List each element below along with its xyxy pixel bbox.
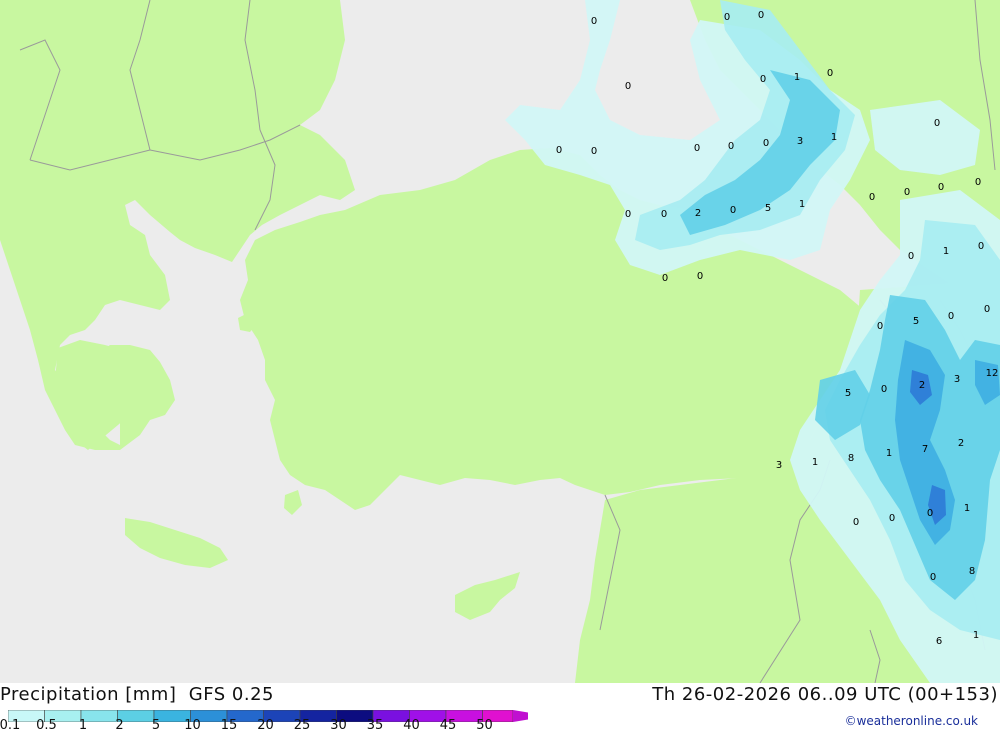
precip-value-label: 2 <box>958 438 964 449</box>
precip-value-label: 0 <box>760 74 766 85</box>
precip-value-label: 1 <box>812 457 818 468</box>
legend-tick-label: 40 <box>403 718 420 733</box>
precip-value-label: 0 <box>877 321 883 332</box>
precip-value-label: 8 <box>969 566 975 577</box>
precip-value-label: 0 <box>881 384 887 395</box>
precip-value-label: 0 <box>938 182 944 193</box>
precip-value-label: 0 <box>975 177 981 188</box>
legend-tick-label: 50 <box>476 718 493 733</box>
precip-value-label: 0 <box>889 513 895 524</box>
legend-tick-label: 30 <box>330 718 347 733</box>
precip-value-label: 1 <box>794 72 800 83</box>
precip-value-label: 0 <box>591 16 597 27</box>
precip-value-label: 0 <box>908 251 914 262</box>
precip-value-label: 12 <box>986 368 999 379</box>
precip-value-label: 0 <box>728 141 734 152</box>
precip-value-label: 6 <box>936 636 942 647</box>
legend-tick-label: 1 <box>78 718 88 733</box>
precip-value-label: 7 <box>922 444 928 455</box>
map-canvas: 0 0 001000 0 0 0 3 10000000 0 2 0 5 10 001000505 0 2312… <box>0 0 1000 684</box>
precip-value-label: 0 <box>661 209 667 220</box>
precip-value-label: 3 <box>776 460 782 471</box>
legend-tick-label: 45 <box>439 718 457 733</box>
precip-value-label: 3 <box>954 374 960 385</box>
precip-value-label: 0 <box>927 508 933 519</box>
precip-value-label: 0 <box>984 304 990 315</box>
precip-value-label: 0 <box>724 12 730 23</box>
credit-link[interactable]: ©weatheronline.co.uk <box>845 714 978 728</box>
precip-value-label: 1 <box>964 503 970 514</box>
legend-tick-label: 10 <box>184 718 201 733</box>
precip-value-label: 1 <box>799 199 805 210</box>
legend-tick-label: 2 <box>115 718 124 733</box>
precip-value-label: 0 <box>934 118 940 129</box>
legend-tick-label: 5 <box>151 718 161 733</box>
legend-tick-label: 20 <box>257 718 274 733</box>
precip-value-label: 1 <box>886 448 892 459</box>
precip-value-label: 0 <box>869 192 875 203</box>
precip-value-label: 0 <box>763 138 769 149</box>
precip-value-label: 0 <box>697 271 703 282</box>
legend-tick-label: 0.5 <box>36 718 57 733</box>
precip-value-label: 0 <box>730 205 736 216</box>
precip-value-label: 0 <box>930 572 936 583</box>
precip-value-label: 5 <box>913 316 919 327</box>
precip-value-label: 0 <box>662 273 668 284</box>
precip-value-label: 5 <box>765 203 771 214</box>
map-title: Precipitation [mm] GFS 0.25 <box>0 684 274 705</box>
precip-value-label: 0 <box>827 68 833 79</box>
precipitation-map: 0 0 0 0 1 0 0 0 0 0 0 3 1 0 0 0 0 0 0 0 0 2 0 5 1 0 0 0 1 0 0 0 5 0 5 0 2 3 12… <box>0 0 1000 684</box>
precip-value-label: 0 <box>758 10 764 21</box>
precip-value-label: 8 <box>848 453 854 464</box>
map-footer: Precipitation [mm] GFS 0.25 Th 26-02-202… <box>0 683 1000 733</box>
precip-value-label: 2 <box>919 380 925 391</box>
precip-value-label: 0 <box>948 311 954 322</box>
precip-value-label: 2 <box>695 208 701 219</box>
precip-value-label: 0 <box>694 143 700 154</box>
precip-value-label: 0 <box>978 241 984 252</box>
legend-tick-label: 0.1 <box>0 718 21 733</box>
precip-value-label: 0 <box>853 517 859 528</box>
legend-tick-label: 25 <box>293 718 311 733</box>
precip-value-label: 0 <box>591 146 597 157</box>
valid-time: Th 26-02-2026 06..09 UTC (00+153) <box>652 684 998 705</box>
legend-tick-label: 35 <box>366 718 384 733</box>
precip-value-label: 1 <box>943 246 949 257</box>
precip-value-label: 0 <box>625 209 631 220</box>
legend-tick-label: 15 <box>220 718 238 733</box>
precip-value-label: 0 <box>904 187 910 198</box>
precip-value-label: 0 <box>625 81 631 92</box>
precip-value-label: 5 <box>845 388 851 399</box>
precip-value-label: 0 <box>556 145 562 156</box>
legend-arrow <box>513 710 549 722</box>
precip-value-label: 3 <box>797 136 803 147</box>
precip-value-label: 1 <box>973 630 979 641</box>
precip-value-label: 1 <box>831 132 837 143</box>
